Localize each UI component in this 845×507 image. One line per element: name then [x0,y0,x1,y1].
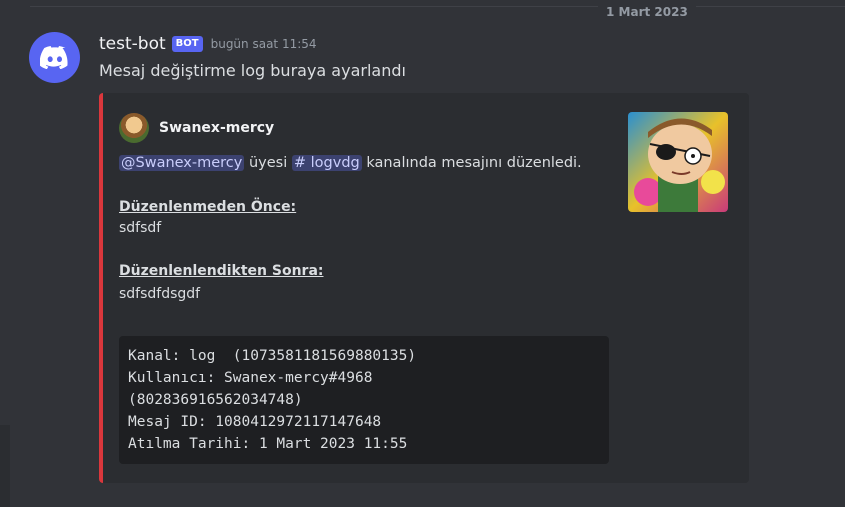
field-before-value: sdfsdf [119,220,162,236]
message-header: test-bot BOT bugün saat 11:54 [99,32,317,56]
code-block: Kanal: log (1073581181569880135) Kullanı… [119,336,609,464]
discord-logo-icon [39,46,68,69]
channel-mention-label: logvdg [310,155,360,171]
field-after-title: Düzenlenlendikten Sonra: [119,263,324,279]
embed: Swanex-mercy @Swanex-mercy üyesi # logvd… [99,93,749,483]
author-avatar [119,113,149,143]
left-edge-strip [0,425,10,507]
code-line-user-id: (802836916562034748) [128,392,303,408]
message-content: Mesaj değiştirme log buraya ayarlandı [99,61,406,80]
embed-author-name: Swanex-mercy [159,120,275,136]
field-after-value: sdfsdfdsgdf [119,286,201,302]
message-timestamp[interactable]: bugün saat 11:54 [211,37,317,51]
code-line-message-id: Mesaj ID: 1080412972117147648 [128,414,382,430]
username[interactable]: test-bot [99,34,166,54]
embed-thumbnail[interactable] [628,112,728,212]
channel-mention[interactable]: # logvdg [291,155,362,171]
code-line-date: Atılma Tarihi: 1 Mart 2023 11:55 [128,436,408,452]
field-before-title: Düzenlenmeden Önce: [119,199,297,215]
bot-badge: BOT [171,36,203,52]
description-middle: üyesi [244,155,292,171]
code-line-channel: Kanal: log (1073581181569880135) [128,348,417,364]
hashtag-icon: # [293,155,311,171]
embed-description: @Swanex-mercy üyesi # logvdg kanalında m… [119,152,582,174]
code-line-user: Kullanıcı: Swanex-mercy#4968 [128,370,373,386]
thumbnail-image [628,112,728,212]
description-end: kanalında mesajını düzenledi. [361,155,582,171]
date-divider-label: 1 Mart 2023 [598,4,696,20]
user-mention[interactable]: @Swanex-mercy [119,155,245,171]
bot-avatar[interactable] [29,32,80,83]
date-divider: 1 Mart 2023 [30,4,845,20]
embed-author: Swanex-mercy [119,113,274,143]
